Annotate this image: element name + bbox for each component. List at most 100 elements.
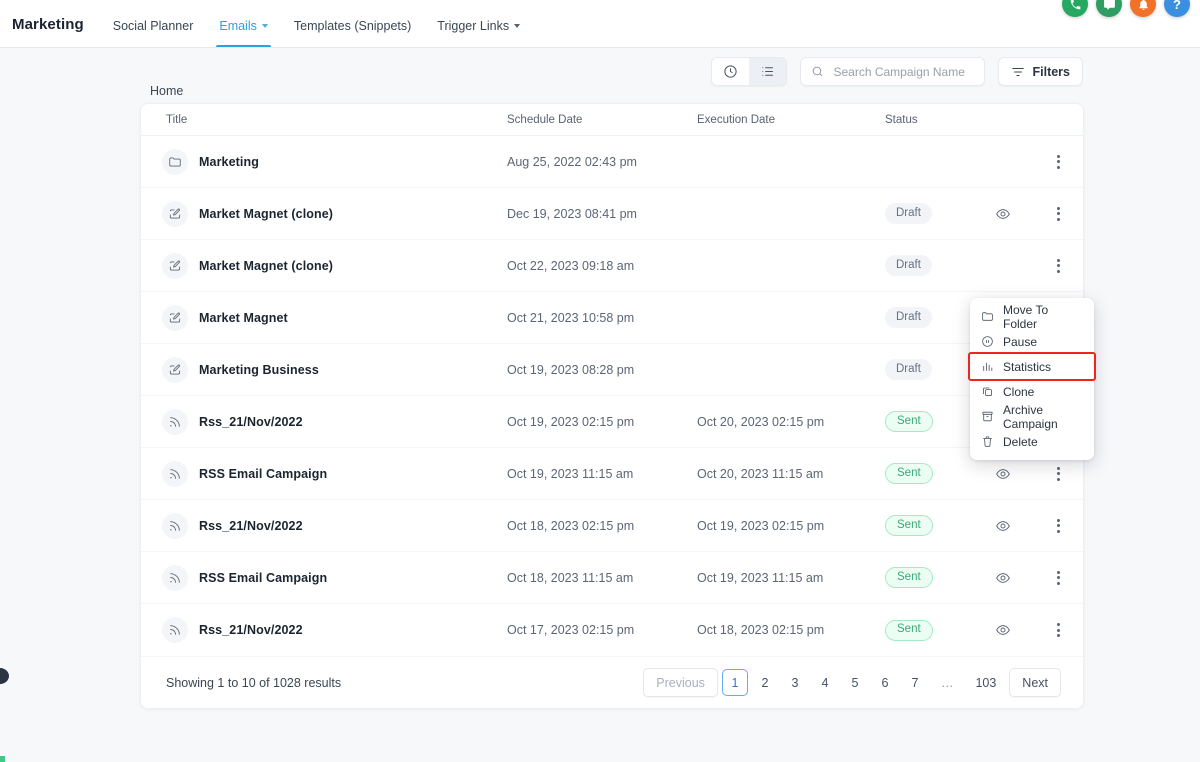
page-button-6[interactable]: 6 [872,669,898,696]
phone-icon [1069,0,1082,11]
status-badge: Sent [885,515,933,536]
menu-item-statistics[interactable]: Statistics [970,354,1094,379]
menu-item-clone[interactable]: Clone [970,379,1094,404]
row-preview-cell [973,206,1033,222]
row-title: RSS Email Campaign [199,571,327,585]
previous-page-button[interactable]: Previous [643,668,718,697]
page-button-5[interactable]: 5 [842,669,868,696]
help-fab[interactable]: ? [1164,0,1190,17]
table-row[interactable]: Rss_21/Nov/2022Oct 18, 2023 02:15 pmOct … [141,500,1083,552]
row-menu-button[interactable] [1057,519,1060,533]
status-badge: Draft [885,307,932,328]
filters-button[interactable]: Filters [998,57,1083,86]
row-execution-date: Oct 18, 2023 02:15 pm [697,623,885,637]
row-menu-button[interactable] [1057,155,1060,169]
row-title-cell: RSS Email Campaign [141,565,507,591]
menu-item-delete[interactable]: Delete [970,429,1094,454]
bell-fab[interactable] [1130,0,1156,17]
row-execution-date: Oct 20, 2023 11:15 am [697,467,885,481]
next-page-button[interactable]: Next [1009,668,1061,697]
rss-icon-wrapper [162,461,188,487]
tab-templates-snippets[interactable]: Templates (Snippets) [281,19,424,47]
search-input[interactable] [831,64,974,80]
eye-icon [995,206,1011,222]
table-row[interactable]: Market MagnetOct 21, 2023 10:58 pmDraft [141,292,1083,344]
row-menu-button[interactable] [1057,571,1060,585]
page-button-4[interactable]: 4 [812,669,838,696]
rss-icon-wrapper [162,409,188,435]
filters-label: Filters [1032,65,1070,79]
table-row[interactable]: Marketing BusinessOct 19, 2023 08:28 pmD… [141,344,1083,396]
menu-item-label: Statistics [1003,360,1051,374]
floating-action-rail: ? [1062,0,1190,17]
edit-icon [168,311,182,325]
status-badge: Draft [885,203,932,224]
menu-item-archive-campaign[interactable]: Archive Campaign [970,404,1094,429]
row-status-cell: Sent [885,567,973,588]
table-row[interactable]: Rss_21/Nov/2022Oct 19, 2023 02:15 pmOct … [141,396,1083,448]
menu-item-pause[interactable]: Pause [970,329,1094,354]
row-title-cell: Market Magnet [141,305,507,331]
row-title-cell: RSS Email Campaign [141,461,507,487]
tab-emails[interactable]: Emails [206,19,281,47]
preview-button[interactable] [995,518,1011,534]
table-row[interactable]: Rss_21/Nov/2022Oct 17, 2023 02:15 pmOct … [141,604,1083,656]
preview-button[interactable] [995,622,1011,638]
search-campaign-box[interactable] [800,57,985,86]
preview-button[interactable] [995,466,1011,482]
page-title: Marketing [12,16,100,47]
row-menu-button[interactable] [1057,207,1060,221]
status-indicator-dot [0,756,5,762]
status-badge: Sent [885,620,933,641]
page-button-7[interactable]: 7 [902,669,928,696]
page-button-2[interactable]: 2 [752,669,778,696]
phone-fab[interactable] [1062,0,1088,17]
breadcrumb-home[interactable]: Home [150,84,183,98]
archive-icon [981,410,994,423]
table-row[interactable]: MarketingAug 25, 2022 02:43 pm [141,136,1083,188]
table-row[interactable]: RSS Email CampaignOct 19, 2023 11:15 amO… [141,448,1083,500]
trash-icon [981,435,994,448]
folder-icon [981,310,994,323]
column-header-execution-date: Execution Date [697,114,885,126]
menu-item-move-to-folder[interactable]: Move To Folder [970,304,1094,329]
chat-fab[interactable] [1096,0,1122,17]
table-row[interactable]: Market Magnet (clone)Oct 22, 2023 09:18 … [141,240,1083,292]
rss-icon [168,467,182,481]
preview-button[interactable] [995,570,1011,586]
page-button-1[interactable]: 1 [722,669,748,696]
kebab-dot [1057,519,1060,522]
menu-item-label: Archive Campaign [1003,403,1083,431]
column-header-schedule-date: Schedule Date [507,114,697,126]
pause-circle-icon [981,335,994,348]
tab-social-planner[interactable]: Social Planner [100,19,207,47]
table-header-row: Title Schedule Date Execution Date Statu… [141,104,1083,136]
history-view-button[interactable] [712,58,749,85]
table-row[interactable]: Market Magnet (clone)Dec 19, 2023 08:41 … [141,188,1083,240]
table-row[interactable]: RSS Email CampaignOct 18, 2023 11:15 amO… [141,552,1083,604]
pagination: Previous1234567…103Next [641,668,1063,697]
list-view-button[interactable] [749,58,786,85]
row-menu-button[interactable] [1057,623,1060,637]
edit-icon-wrapper [162,201,188,227]
row-menu-button[interactable] [1057,259,1060,273]
preview-button[interactable] [995,206,1011,222]
row-title-cell: Rss_21/Nov/2022 [141,409,507,435]
row-title-cell: Rss_21/Nov/2022 [141,617,507,643]
row-title-cell: Market Magnet (clone) [141,201,507,227]
edit-icon [168,207,182,221]
row-context-menu: Move To FolderPause Statistics CloneArchiv… [970,298,1094,460]
breadcrumb[interactable]: Home [150,84,183,98]
page-button-3[interactable]: 3 [782,669,808,696]
chat-widget-bubble[interactable] [0,668,9,684]
row-menu-button[interactable] [1057,467,1060,481]
row-title-cell: Marketing Business [141,357,507,383]
row-execution-date: Oct 20, 2023 02:15 pm [697,415,885,429]
page-button-103[interactable]: 103 [966,669,1005,696]
rss-icon [168,571,182,585]
edit-icon-wrapper [162,253,188,279]
list-icon [760,64,775,79]
row-preview-cell [973,570,1033,586]
row-title: RSS Email Campaign [199,467,327,481]
tab-trigger-links[interactable]: Trigger Links [424,19,533,47]
